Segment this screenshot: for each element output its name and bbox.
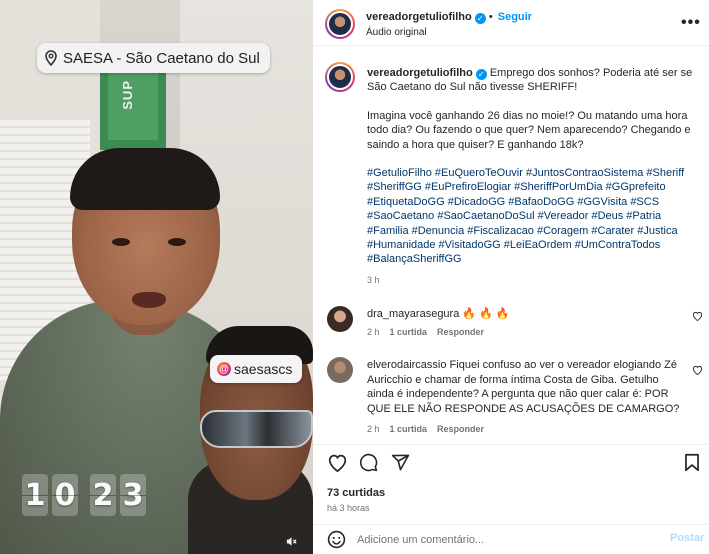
caption-hashtags[interactable]: #GetulioFilho #EuQueroTeOuvir #JuntosCon…	[367, 166, 697, 267]
emoji-icon[interactable]	[327, 530, 346, 552]
comment-time: 2 h	[367, 424, 380, 434]
reply-button[interactable]: Responder	[437, 424, 484, 434]
second-person-sunglasses	[200, 410, 313, 448]
comment-time: 2 h	[367, 327, 380, 337]
reel-video[interactable]: SUP SAESA - São Caetano do Sul @ saesasc…	[0, 0, 313, 554]
clock-digit: 3	[120, 474, 146, 516]
reply-button[interactable]: Responder	[437, 327, 484, 337]
comment-meta: 2 h 1 curtida Responder	[367, 327, 484, 337]
commenter-avatar[interactable]	[327, 306, 353, 332]
posted-time: há 3 horas	[327, 503, 370, 513]
person-mouth	[132, 292, 166, 308]
person-eye-left	[112, 238, 130, 246]
comment-likes[interactable]: 1 curtida	[390, 327, 428, 337]
comment-meta: 2 h 1 curtida Responder	[367, 424, 484, 434]
header-name-row: vereadorgetuliofilho ✓ • Seguir	[366, 11, 532, 24]
mention-sticker-label: saesascs	[234, 361, 293, 377]
caption-author-avatar[interactable]	[325, 62, 355, 92]
comment-icon[interactable]	[359, 453, 378, 475]
audio-link[interactable]: Áudio original	[366, 27, 427, 38]
clock-digit: 1	[22, 474, 48, 516]
mention-at-icon: @	[217, 362, 231, 376]
post-comment-button[interactable]: Postar	[670, 532, 704, 544]
share-icon[interactable]	[391, 453, 410, 475]
comment-input[interactable]	[357, 532, 647, 548]
person-eye-right	[168, 238, 186, 246]
comment-text-row: dra_mayarasegura 🔥 🔥 🔥	[367, 307, 685, 322]
clock-digit: 2	[90, 474, 116, 516]
clock-sticker: 1 0 2 3	[22, 474, 146, 516]
caption-username[interactable]: vereadorgetuliofilho	[367, 67, 473, 79]
comment-likes[interactable]: 1 curtida	[390, 424, 428, 434]
caption-text-2: Imagina você ganhando 26 dias no moie!? …	[367, 109, 691, 151]
post-header: vereadorgetuliofilho ✓ • Seguir Áudio ori…	[313, 0, 709, 46]
clock-digit: 0	[52, 474, 78, 516]
comment-text-row: elverodaircassio Fiquei confuso ao ver o…	[367, 358, 685, 416]
verified-badge-icon: ✓	[474, 13, 486, 24]
mention-sticker[interactable]: @ saesascs	[210, 355, 303, 383]
heart-icon[interactable]	[692, 365, 703, 378]
location-sticker[interactable]: SAESA - São Caetano do Sul	[37, 43, 270, 73]
more-options-icon[interactable]: •••	[681, 14, 701, 32]
heart-icon[interactable]	[692, 311, 703, 324]
commenter-avatar[interactable]	[327, 357, 353, 383]
person-hair	[70, 148, 220, 210]
mute-icon	[286, 536, 297, 550]
background-sign-text: SUP	[120, 80, 135, 110]
mute-button[interactable]	[282, 534, 300, 552]
follow-button[interactable]: Seguir	[498, 11, 532, 23]
post-panel: vereadorgetuliofilho ✓ • Seguir Áudio ori…	[313, 0, 709, 554]
verified-badge-icon: ✓	[475, 69, 487, 80]
commenter-username[interactable]: dra_mayarasegura	[367, 308, 459, 320]
bookmark-icon[interactable]	[684, 453, 700, 475]
caption-body: vereadorgetuliofilho ✓ Emprego dos sonhos…	[367, 66, 697, 287]
comment-text: 🔥 🔥 🔥	[462, 308, 510, 320]
author-avatar[interactable]	[325, 9, 355, 39]
comment-bar: Postar	[313, 524, 709, 554]
caption-time: 3 h	[367, 274, 380, 285]
heart-icon[interactable]	[327, 453, 348, 475]
author-username[interactable]: vereadorgetuliofilho	[366, 11, 472, 23]
location-pin-icon	[45, 50, 57, 70]
location-sticker-label: SAESA - São Caetano do Sul	[63, 49, 260, 67]
commenter-username[interactable]: elverodaircassio	[367, 359, 446, 371]
likes-count[interactable]: 73 curtidas	[327, 487, 385, 499]
